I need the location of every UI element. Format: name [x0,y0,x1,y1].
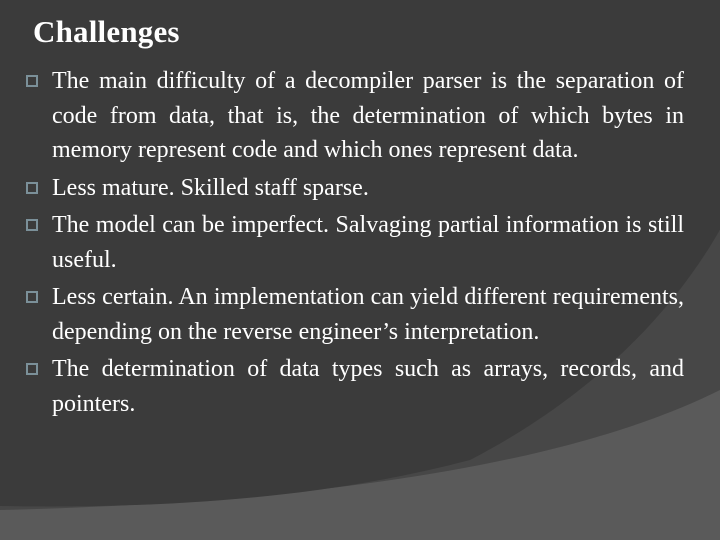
bullet-item: The determination of data types such as … [26,352,684,421]
bullet-item: The model can be imperfect. Salvaging pa… [26,208,684,277]
hollow-square-bullet-icon [26,291,38,303]
bullet-item: The main difficulty of a decompiler pars… [26,64,684,168]
hollow-square-bullet-icon [26,219,38,231]
bullet-item: Less mature. Skilled staff sparse. [26,171,684,206]
bullet-list: The main difficulty of a decompiler pars… [26,64,684,424]
bullet-text: Less certain. An implementation can yiel… [52,284,684,345]
bullet-item: Less certain. An implementation can yiel… [26,280,684,349]
hollow-square-bullet-icon [26,75,38,87]
bullet-text: Less mature. Skilled staff sparse. [52,174,369,201]
hollow-square-bullet-icon [26,181,38,194]
bullet-text: The determination of data types such as … [52,356,684,417]
slide-title: Challenges [33,14,180,49]
hollow-square-bullet-icon [26,363,38,375]
bullet-text: The model can be imperfect. Salvaging pa… [52,212,684,273]
bullet-text: The main difficulty of a decompiler pars… [52,68,684,163]
